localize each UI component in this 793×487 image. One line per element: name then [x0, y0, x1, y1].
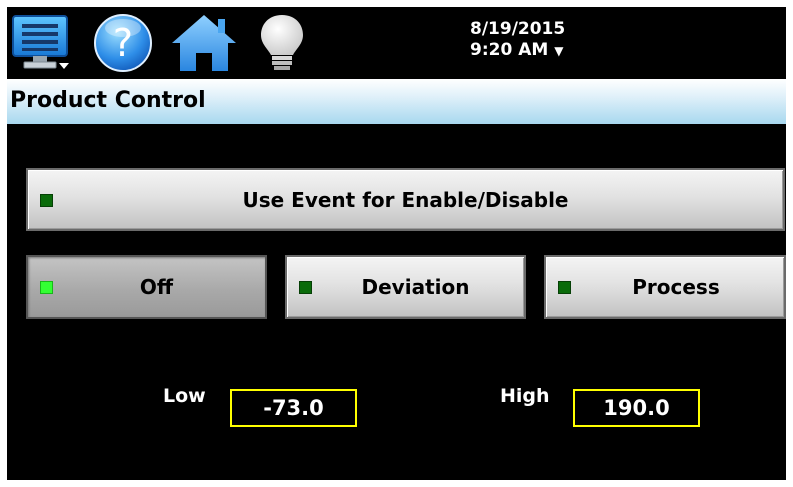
home-icon[interactable] [170, 13, 238, 73]
deviation-label: Deviation [361, 275, 470, 299]
use-event-label: Use Event for Enable/Disable [242, 187, 569, 212]
lightbulb-icon[interactable] [257, 13, 307, 73]
hmi-screen: ? 8/19/2015 9:20 AM ▼ Product Control Us… [7, 7, 786, 480]
dropdown-caret-icon: ▼ [554, 44, 564, 58]
svg-text:?: ? [113, 21, 133, 65]
date-text: 8/19/2015 [470, 19, 566, 39]
use-event-button[interactable]: Use Event for Enable/Disable [26, 168, 785, 231]
low-value-field[interactable]: -73.0 [230, 389, 357, 427]
top-toolbar: ? 8/19/2015 9:20 AM ▼ [7, 7, 786, 79]
high-value-field[interactable]: 190.0 [573, 389, 700, 427]
deviation-button[interactable]: Deviation [285, 255, 526, 319]
help-icon[interactable]: ? [91, 13, 155, 73]
process-button[interactable]: Process [544, 255, 786, 319]
page-title: Product Control [10, 88, 206, 113]
off-label: Off [139, 275, 174, 299]
off-button[interactable]: Off [26, 255, 267, 319]
high-label: High [500, 385, 550, 407]
process-label: Process [632, 275, 720, 299]
date-time-display[interactable]: 8/19/2015 9:20 AM ▼ [470, 19, 565, 62]
time-text: 9:20 AM [470, 40, 549, 60]
menu-icon[interactable] [11, 13, 73, 73]
title-bar: Product Control [7, 79, 786, 124]
low-label: Low [163, 385, 206, 407]
